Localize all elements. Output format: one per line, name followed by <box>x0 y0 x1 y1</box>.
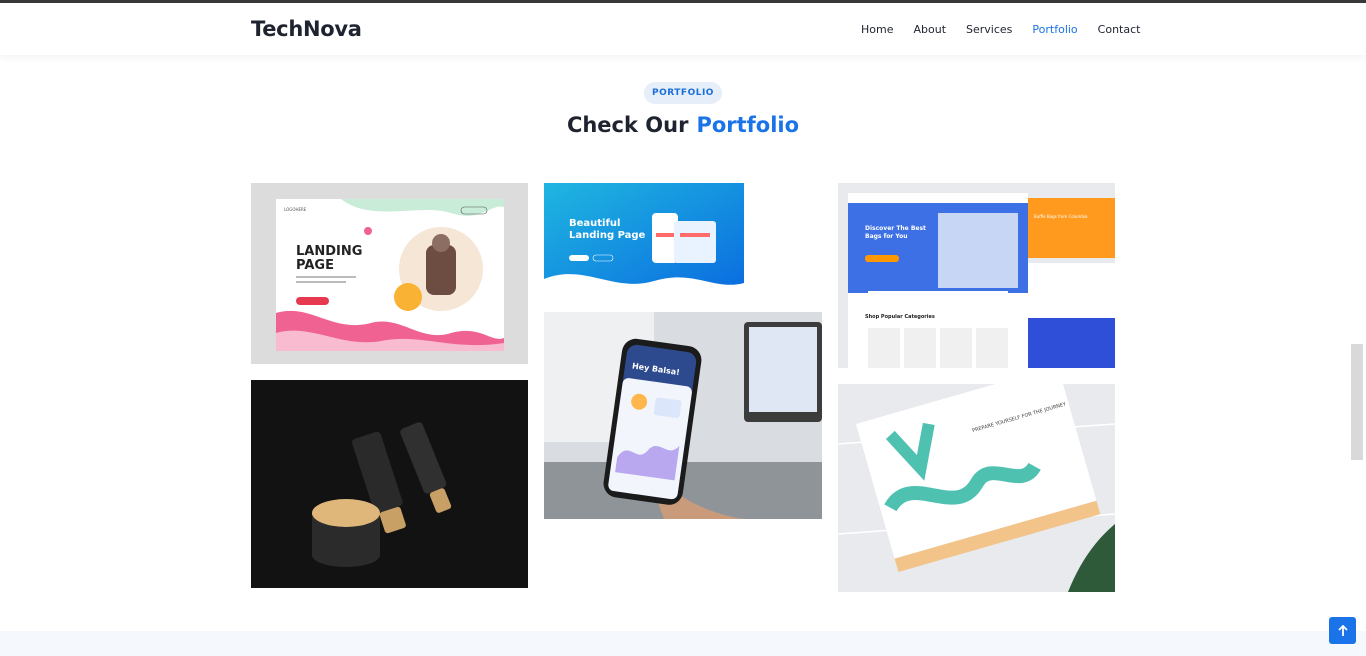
site-header: TechNova Home About Services Portfolio C… <box>0 3 1366 55</box>
portfolio-item-bags-shop[interactable]: Discover The Best Bags for You Buffle Ba… <box>838 183 1115 368</box>
portfolio-item-landing-page[interactable]: LOGOHERE LANDING PAGE <box>251 183 528 364</box>
section-title: Check Our Portfolio <box>0 113 1366 137</box>
landing-brand-text: LOGOHERE <box>284 207 307 212</box>
mobile-app-thumbnail: Hey Balsa! <box>544 312 822 519</box>
portfolio-item-beautiful-landing[interactable]: Beautiful Landing Page <box>544 183 744 295</box>
book-thumbnail: PREPARE YOURSELF FOR THE JOURNEY <box>838 384 1115 592</box>
footer-band <box>0 631 1366 656</box>
bags-categories-title: Shop Popular Categories <box>865 314 935 320</box>
section-badge: PORTFOLIO <box>644 82 722 104</box>
main-nav: Home About Services Portfolio Contact <box>861 23 1140 36</box>
blue-headline-2: Landing Page <box>569 230 646 241</box>
landing-headline-1: LANDING <box>296 244 362 259</box>
site-logo[interactable]: TechNova <box>251 17 362 41</box>
section-title-main: Check Our <box>566 113 689 137</box>
back-to-top-button[interactable] <box>1329 617 1356 644</box>
nav-portfolio[interactable]: Portfolio <box>1032 23 1077 36</box>
nav-services[interactable]: Services <box>966 23 1012 36</box>
bags-headline-1: Discover The Best <box>865 225 926 232</box>
bags-shop-thumbnail: Discover The Best Bags for You Buffle Ba… <box>838 183 1115 368</box>
nav-about[interactable]: About <box>913 23 946 36</box>
nav-home[interactable]: Home <box>861 23 893 36</box>
bags-side-heading: Buffle Bags from Columbia <box>1034 214 1088 219</box>
section-title-accent: Portfolio <box>696 113 800 137</box>
nav-contact[interactable]: Contact <box>1098 23 1141 36</box>
landing-page-thumbnail: LOGOHERE LANDING PAGE <box>251 183 528 364</box>
portfolio-item-book[interactable]: PREPARE YOURSELF FOR THE JOURNEY <box>838 384 1115 592</box>
blue-landing-thumbnail: Beautiful Landing Page <box>544 183 744 295</box>
portfolio-item-cosmetics[interactable] <box>251 380 528 588</box>
arrow-up-icon <box>1337 624 1348 636</box>
landing-headline-2: PAGE <box>296 258 334 273</box>
scrollbar-thumb[interactable] <box>1351 344 1363 460</box>
blue-headline-1: Beautiful <box>569 218 620 229</box>
cosmetics-thumbnail <box>251 380 528 588</box>
bags-headline-2: Bags for You <box>865 233 908 240</box>
portfolio-item-mobile-app[interactable]: Hey Balsa! <box>544 312 822 519</box>
